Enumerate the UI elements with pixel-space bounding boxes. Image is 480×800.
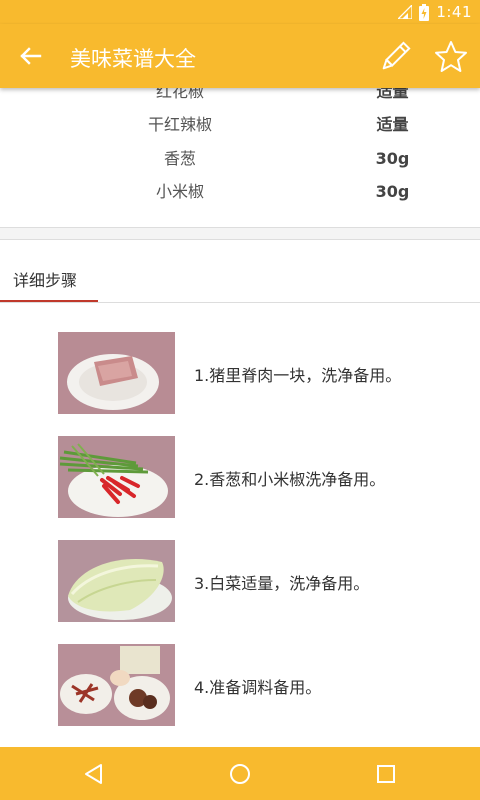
triangle-back-icon	[85, 764, 102, 784]
section-divider	[0, 239, 480, 240]
ingredient-row: 干红辣椒 适量	[0, 110, 480, 140]
status-bar: 1:41	[0, 0, 480, 24]
recipe-content[interactable]: 红花椒 适量 干红辣椒 适量 香葱 30g 小米椒 30g 详细步骤 1.猪里脊…	[0, 88, 480, 747]
ingredient-amount: 适量	[376, 88, 409, 101]
back-button[interactable]	[14, 40, 46, 72]
ingredient-name: 干红辣椒	[147, 115, 212, 134]
ingredient-amount: 30g	[375, 149, 410, 168]
step-text: 2.香葱和小米椒洗净备用。	[194, 470, 386, 489]
nav-recents-button[interactable]	[373, 761, 399, 787]
step-text: 1.猪里脊肉一块，洗净备用。	[194, 366, 402, 385]
section-gap	[0, 228, 480, 239]
ingredient-amount: 适量	[376, 115, 409, 134]
app-bar: 美味菜谱大全	[0, 24, 480, 88]
circle-home-icon	[230, 764, 250, 784]
ingredient-name: 红花椒	[155, 88, 204, 101]
star-icon	[435, 41, 467, 72]
step-text: 4.准备调料备用。	[194, 678, 322, 697]
nav-back-button[interactable]	[81, 761, 107, 787]
app-title: 美味菜谱大全	[70, 47, 196, 71]
navigation-bar	[0, 747, 480, 800]
signal-icon	[398, 5, 413, 19]
ingredient-row: 红花椒 适量	[0, 88, 480, 107]
ingredient-row: 香葱 30g	[0, 144, 480, 174]
step-item[interactable]: 1.猪里脊肉一块，洗净备用。	[0, 332, 480, 416]
edit-button[interactable]	[378, 40, 412, 74]
square-recents-icon	[377, 765, 395, 783]
step-item[interactable]: 3.白菜适量，洗净备用。	[0, 540, 480, 624]
step-image	[58, 332, 175, 414]
ingredient-name: 小米椒	[155, 182, 204, 201]
step-image	[58, 540, 175, 622]
tab-detailed-steps[interactable]: 详细步骤	[13, 267, 77, 291]
ingredient-amount: 30g	[375, 182, 410, 201]
pencil-icon	[382, 41, 411, 70]
status-icons: 1:41	[398, 3, 472, 21]
battery-icon	[419, 3, 430, 21]
step-text: 3.白菜适量，洗净备用。	[194, 574, 370, 593]
arrow-back-icon	[20, 47, 42, 65]
step-image	[58, 436, 175, 518]
ingredient-name: 香葱	[163, 149, 196, 168]
step-item[interactable]: 2.香葱和小米椒洗净备用。	[0, 436, 480, 520]
tab-divider	[0, 302, 480, 303]
nav-home-button[interactable]	[227, 761, 253, 787]
favorite-button[interactable]	[433, 39, 469, 75]
step-item[interactable]: 4.准备调料备用。	[0, 644, 480, 728]
step-image	[58, 644, 175, 726]
ingredient-row: 小米椒 30g	[0, 177, 480, 207]
status-time: 1:41	[436, 3, 472, 21]
